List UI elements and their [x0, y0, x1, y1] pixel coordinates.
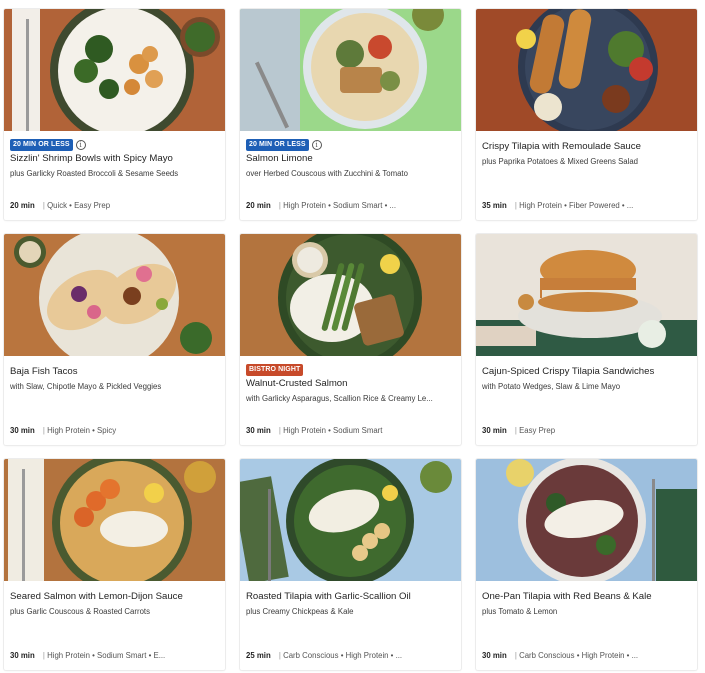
cook-time: 30 min [10, 426, 35, 435]
recipe-title[interactable]: Walnut-Crusted Salmon [246, 378, 347, 389]
recipe-meta: 35 min | High Protein • Fiber Powered • … [482, 201, 634, 210]
recipe-subtitle: with Potato Wedges, Slaw & Lime Mayo [482, 382, 621, 391]
cook-time: 30 min [482, 426, 507, 435]
recipe-card[interactable]: Seared Salmon with Lemon-Dijon Sauce plu… [4, 459, 225, 670]
recipe-meta: 25 min | Carb Conscious • High Protein •… [246, 651, 403, 660]
cook-time: 20 min [246, 201, 271, 210]
recipe-photo[interactable] [4, 459, 225, 581]
recipe-subtitle: plus Creamy Chickpeas & Kale [246, 607, 354, 616]
badge-row: BISTRO NIGHT [246, 364, 304, 376]
recipe-tags: Carb Conscious • High Protein • ... [283, 651, 403, 660]
recipe-meta: 30 min | High Protein • Spicy [10, 426, 117, 435]
recipe-photo[interactable] [240, 9, 461, 131]
recipe-card[interactable]: Cajun-Spiced Crispy Tilapia Sandwiches w… [476, 234, 697, 445]
recipe-tags: Easy Prep [519, 426, 556, 435]
recipe-tags: Quick • Easy Prep [47, 201, 111, 210]
cook-time: 20 min [10, 201, 35, 210]
recipe-meta: 30 min | Carb Conscious • High Protein •… [482, 651, 639, 660]
recipe-title[interactable]: Cajun-Spiced Crispy Tilapia Sandwiches [482, 366, 654, 377]
recipe-title[interactable]: Seared Salmon with Lemon-Dijon Sauce [10, 591, 183, 602]
recipe-title[interactable]: Crispy Tilapia with Remoulade Sauce [482, 141, 641, 152]
recipe-title[interactable]: Sizzlin' Shrimp Bowls with Spicy Mayo [10, 153, 173, 164]
recipe-tags: High Protein • Sodium Smart [283, 426, 383, 435]
recipe-meta: 20 min | High Protein • Sodium Smart • .… [246, 201, 397, 210]
recipe-subtitle: with Garlicky Asparagus, Scallion Rice &… [246, 394, 433, 403]
cook-time: 30 min [482, 651, 507, 660]
recipe-meta: 30 min | High Protein • Sodium Smart [246, 426, 383, 435]
recipe-title[interactable]: One-Pan Tilapia with Red Beans & Kale [482, 591, 652, 602]
recipe-subtitle: plus Paprika Potatoes & Mixed Greens Sal… [482, 157, 639, 166]
recipe-subtitle: plus Tomato & Lemon [482, 607, 558, 616]
recipe-photo[interactable] [476, 234, 697, 356]
recipe-photo[interactable] [476, 459, 697, 581]
recipe-tags: Carb Conscious • High Protein • ... [519, 651, 639, 660]
recipe-subtitle: with Slaw, Chipotle Mayo & Pickled Veggi… [10, 382, 162, 391]
cook-time: 30 min [246, 426, 271, 435]
recipe-title[interactable]: Salmon Limone [246, 153, 313, 164]
recipe-photo[interactable] [4, 234, 225, 356]
recipe-photo[interactable] [240, 459, 461, 581]
cook-time: 25 min [246, 651, 271, 660]
info-icon[interactable]: i [75, 140, 86, 150]
recipe-card[interactable]: Crispy Tilapia with Remoulade Sauce plus… [476, 9, 697, 220]
recipe-title[interactable]: Roasted Tilapia with Garlic-Scallion Oil [246, 591, 411, 602]
recipe-photo[interactable] [4, 9, 225, 131]
recipe-photo[interactable] [476, 9, 697, 131]
recipe-card[interactable]: BISTRO NIGHT Walnut-Crusted Salmon with … [240, 234, 461, 445]
recipe-tags: High Protein • Fiber Powered • ... [519, 201, 634, 210]
recipe-tags: High Protein • Spicy [47, 426, 117, 435]
recipe-card[interactable]: One-Pan Tilapia with Red Beans & Kale pl… [476, 459, 697, 670]
recipe-card[interactable]: 20 MIN OR LESS i Salmon Limone over Herb… [240, 9, 461, 220]
quick-badge: 20 MIN OR LESS [10, 139, 73, 151]
recipe-meta: 20 min | Quick • Easy Prep [10, 201, 111, 210]
recipe-photo[interactable] [240, 234, 461, 356]
cook-time: 30 min [10, 651, 35, 660]
recipe-tags: High Protein • Sodium Smart • E... [47, 651, 166, 660]
info-icon[interactable]: i [311, 140, 322, 150]
cook-time: 35 min [482, 201, 507, 210]
recipe-meta: 30 min | Easy Prep [482, 426, 556, 435]
recipe-subtitle: plus Garlicky Roasted Broccoli & Sesame … [10, 169, 179, 178]
recipe-subtitle: over Herbed Couscous with Zucchini & Tom… [246, 169, 408, 178]
recipe-subtitle: plus Garlic Couscous & Roasted Carrots [10, 607, 150, 616]
bistro-badge: BISTRO NIGHT [246, 364, 304, 376]
recipe-meta: 30 min | High Protein • Sodium Smart • E… [10, 651, 166, 660]
recipe-grid: 20 MIN OR LESS i Sizzlin' Shrimp Bowls w… [4, 9, 697, 670]
recipe-tags: High Protein • Sodium Smart • ... [283, 201, 397, 210]
badge-row: 20 MIN OR LESS i [10, 139, 86, 151]
recipe-card[interactable]: Baja Fish Tacos with Slaw, Chipotle Mayo… [4, 234, 225, 445]
badge-row: 20 MIN OR LESS i [246, 139, 322, 151]
recipe-card[interactable]: Roasted Tilapia with Garlic-Scallion Oil… [240, 459, 461, 670]
recipe-card[interactable]: 20 MIN OR LESS i Sizzlin' Shrimp Bowls w… [4, 9, 225, 220]
quick-badge: 20 MIN OR LESS [246, 139, 309, 151]
recipe-title[interactable]: Baja Fish Tacos [10, 366, 78, 377]
